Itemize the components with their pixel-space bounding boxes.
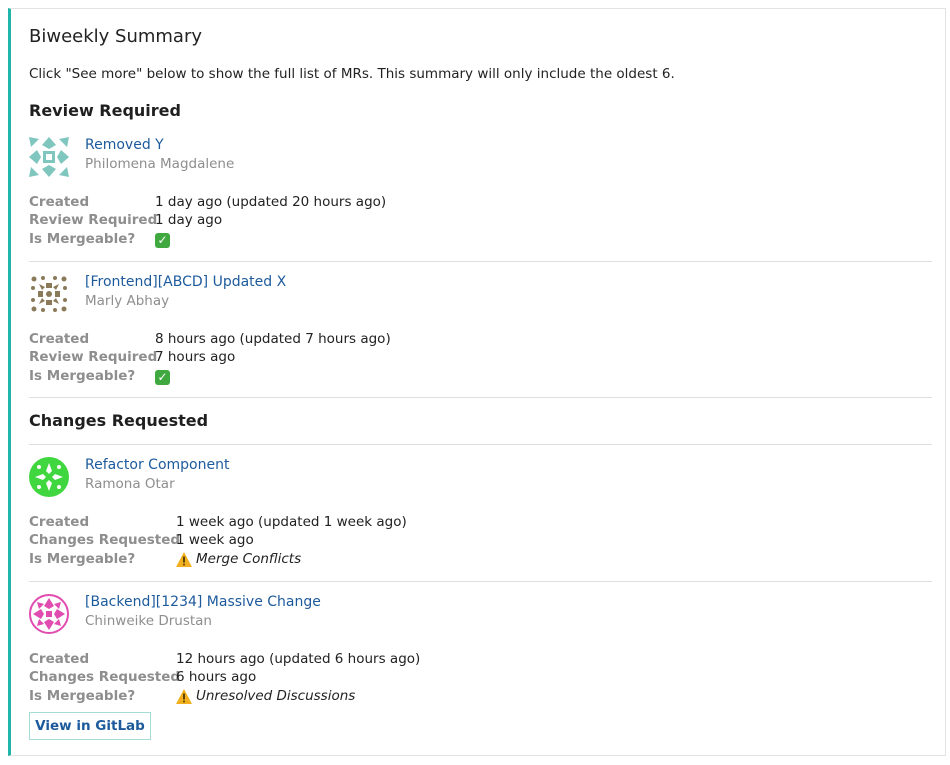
changes-requested-value: 1 week ago [176,532,254,548]
summary-title: Biweekly Summary [29,26,203,47]
review-required-value: 1 day ago [155,212,223,228]
check-mark-icon: ✓ [155,369,170,385]
mr-author: Ramona Otar [85,476,175,492]
mergeable-text: Merge Conflicts [196,551,302,567]
mr-title-link[interactable]: [Frontend][ABCD] Updated X [85,274,286,290]
mr-author: Marly Abhay [85,293,170,309]
mr-author: Philomena Magdalene [85,156,235,172]
summary-intro: Click "See more" below to show the full … [29,66,675,82]
mergeable-status: ✓ [155,369,170,385]
created-value: 12 hours ago (updated 6 hours ago) [176,651,421,667]
warning-icon [176,551,192,567]
created-value: 8 hours ago (updated 7 hours ago) [155,331,391,347]
view-in-gitlab-button[interactable]: View in GitLab [29,712,151,740]
mr-title-link[interactable]: Removed Y [85,137,164,153]
created-label: Created [29,331,90,347]
avatar [29,457,69,497]
is-mergeable-label: Is Mergeable? [29,551,136,567]
section-review-required: Review Required [29,101,181,120]
changes-requested-label: Changes Requested [29,532,181,548]
changes-requested-label: Changes Requested [29,669,181,685]
avatar [29,274,69,314]
mergeable-status: Unresolved Discussions [176,688,355,708]
divider [29,581,932,582]
is-mergeable-label: Is Mergeable? [29,231,136,247]
warning-icon [176,688,192,704]
avatar [29,137,69,177]
mergeable-status: Merge Conflicts [176,551,301,571]
created-value: 1 day ago (updated 20 hours ago) [155,194,387,210]
summary-card: Biweekly Summary Click "See more" below … [8,8,946,756]
divider [29,444,932,445]
review-required-label: Review Required [29,349,158,365]
mr-title-link[interactable]: [Backend][1234] Massive Change [85,594,321,610]
review-required-label: Review Required [29,212,158,228]
divider [29,397,932,398]
check-mark-icon: ✓ [155,232,170,248]
divider [29,261,932,262]
avatar [29,594,69,634]
created-label: Created [29,514,90,530]
is-mergeable-label: Is Mergeable? [29,688,136,704]
created-label: Created [29,651,90,667]
mergeable-text: Unresolved Discussions [196,688,356,704]
created-label: Created [29,194,90,210]
created-value: 1 week ago (updated 1 week ago) [176,514,407,530]
changes-requested-value: 6 hours ago [176,669,257,685]
review-required-value: 7 hours ago [155,349,236,365]
section-changes-requested: Changes Requested [29,411,209,430]
mr-author: Chinweike Drustan [85,613,212,629]
is-mergeable-label: Is Mergeable? [29,368,136,384]
mergeable-status: ✓ [155,232,170,248]
mr-title-link[interactable]: Refactor Component [85,457,229,473]
